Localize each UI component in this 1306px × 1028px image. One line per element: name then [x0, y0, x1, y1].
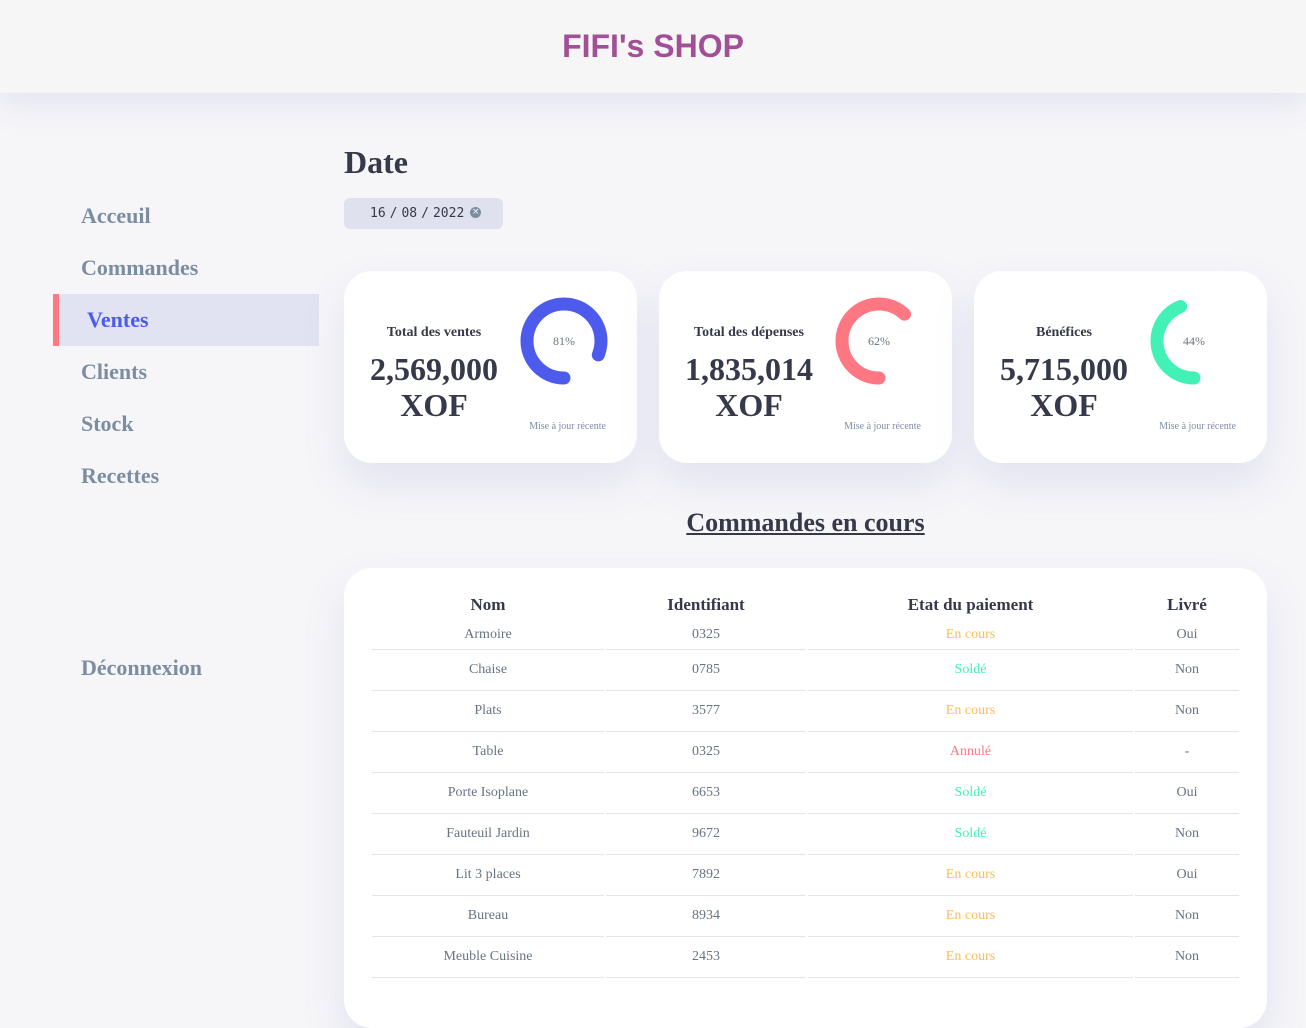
cell-status: En cours [808, 896, 1133, 937]
sidebar-item-recettes[interactable]: Recettes [53, 450, 319, 502]
sidebar: Acceuil Commandes Ventes Clients Stock R… [53, 190, 319, 502]
table-row[interactable]: Armoire 0325 En cours Oui [372, 621, 1239, 650]
cell-id: 7892 [606, 855, 806, 896]
card-label: Total des dépenses [694, 325, 804, 340]
orders-table-body: Armoire 0325 En cours Oui Chaise 0785 Soldé Non… [372, 621, 1239, 978]
cell-delivered: Non [1135, 650, 1239, 691]
cell-id: 0325 [606, 732, 806, 773]
orders-table: Nom Identifiant Etat du paiement Livré A… [370, 588, 1241, 978]
date-month[interactable]: 08 [401, 206, 417, 221]
cell-name: Bureau [372, 896, 604, 937]
cell-status: Soldé [808, 814, 1133, 855]
table-row[interactable]: Meuble Cuisine 2453 En cours Non [372, 937, 1239, 978]
card-value: 1,835,014 XOF [659, 351, 839, 423]
cell-name: Plats [372, 691, 604, 732]
card-label: Total des ventes [386, 325, 482, 340]
column-header-livre: Livré [1167, 594, 1207, 614]
date-day[interactable]: 16 [370, 206, 386, 221]
table-row[interactable]: Table 0325 Annulé - [372, 732, 1239, 773]
table-header-row: Nom Identifiant Etat du paiement Livré [372, 588, 1239, 621]
card-footer: Mise à jour récente [529, 421, 606, 432]
cell-id: 2453 [606, 937, 806, 978]
cell-name: Table [372, 732, 604, 773]
date-year[interactable]: 2022 [433, 206, 464, 221]
donut-percent: 62% [868, 334, 890, 348]
cell-status: En cours [808, 937, 1133, 978]
date-separator: / [421, 206, 429, 221]
cell-name: Meuble Cuisine [372, 937, 604, 978]
cell-delivered: Non [1135, 691, 1239, 732]
top-bar: FIFI's SHOP [0, 0, 1306, 93]
date-input[interactable]: 16 / 08 / 2022 × [344, 198, 503, 229]
cell-status: Annulé [808, 732, 1133, 773]
table-row[interactable]: Chaise 0785 Soldé Non [372, 650, 1239, 691]
date-title: Date [344, 144, 408, 180]
card-value-amount: 2,569,000 [370, 351, 498, 387]
date-separator: / [389, 206, 398, 221]
cell-name: Armoire [372, 621, 604, 650]
section-title: Commandes en cours [686, 508, 925, 537]
card-footer: Mise à jour récente [1159, 421, 1236, 432]
sidebar-item-commandes[interactable]: Commandes [53, 242, 319, 294]
card-value: 2,569,000 XOF [344, 351, 524, 423]
table-row[interactable]: Bureau 8934 En cours Non [372, 896, 1239, 937]
sidebar-item-clients[interactable]: Clients [53, 346, 319, 398]
logout-container: Déconnexion [53, 642, 319, 694]
donut-percent: 81% [553, 334, 575, 348]
card-value-amount: 5,715,000 [1000, 351, 1128, 387]
cell-id: 0785 [606, 650, 806, 691]
card-profit: Bénéfices 5,715,000 XOF 44% Mise à jour … [974, 271, 1267, 463]
cell-id: 8934 [606, 896, 806, 937]
card-value-currency: XOF [400, 387, 468, 423]
cell-delivered: Oui [1135, 621, 1239, 650]
cell-delivered: Non [1135, 937, 1239, 978]
cell-id: 0325 [606, 621, 806, 650]
cell-delivered: Non [1135, 814, 1239, 855]
cell-name: Chaise [372, 650, 604, 691]
cell-name: Lit 3 places [372, 855, 604, 896]
card-expenses: Total des dépenses 1,835,014 XOF 62% Mis… [659, 271, 952, 463]
cell-id: 6653 [606, 773, 806, 814]
cell-status: En cours [808, 855, 1133, 896]
card-value-amount: 1,835,014 [685, 351, 813, 387]
card-value-currency: XOF [715, 387, 783, 423]
column-header-etat: Etat du paiement [907, 594, 1034, 614]
cell-delivered: Oui [1135, 855, 1239, 896]
sidebar-item-acceuil[interactable]: Acceuil [53, 190, 319, 242]
card-value-currency: XOF [1030, 387, 1098, 423]
cell-status: Soldé [808, 650, 1133, 691]
table-row[interactable]: Fauteuil Jardin 9672 Soldé Non [372, 814, 1239, 855]
sidebar-item-ventes[interactable]: Ventes [53, 294, 319, 346]
card-label: Bénéfices [1036, 325, 1092, 340]
cell-delivered: Non [1135, 896, 1239, 937]
cell-delivered: - [1135, 732, 1239, 773]
cell-delivered: Oui [1135, 773, 1239, 814]
cell-name: Porte Isoplane [372, 773, 604, 814]
card-footer: Mise à jour récente [844, 421, 921, 432]
donut-percent: 44% [1183, 334, 1205, 348]
cell-status: En cours [808, 621, 1133, 650]
cell-id: 3577 [606, 691, 806, 732]
logout-button[interactable]: Déconnexion [53, 642, 319, 694]
column-header-identifiant: Identifiant [667, 594, 745, 614]
table-row[interactable]: Lit 3 places 7892 En cours Oui [372, 855, 1239, 896]
cell-status: Soldé [808, 773, 1133, 814]
table-row[interactable]: Plats 3577 En cours Non [372, 691, 1239, 732]
card-value: 5,715,000 XOF [974, 351, 1154, 423]
table-row[interactable]: Porte Isoplane 6653 Soldé Oui [372, 773, 1239, 814]
cell-name: Fauteuil Jardin [372, 814, 604, 855]
cell-id: 9672 [606, 814, 806, 855]
card-sales: Total des ventes 2,569,000 XOF 81% Mise … [344, 271, 637, 463]
orders-table-card: Nom Identifiant Etat du paiement Livré A… [344, 568, 1267, 1028]
brand-logo[interactable]: FIFI's SHOP [562, 28, 744, 65]
sidebar-item-stock[interactable]: Stock [53, 398, 319, 450]
column-header-nom: Nom [470, 594, 506, 614]
cell-status: En cours [808, 691, 1133, 732]
clear-icon[interactable]: × [470, 206, 482, 218]
